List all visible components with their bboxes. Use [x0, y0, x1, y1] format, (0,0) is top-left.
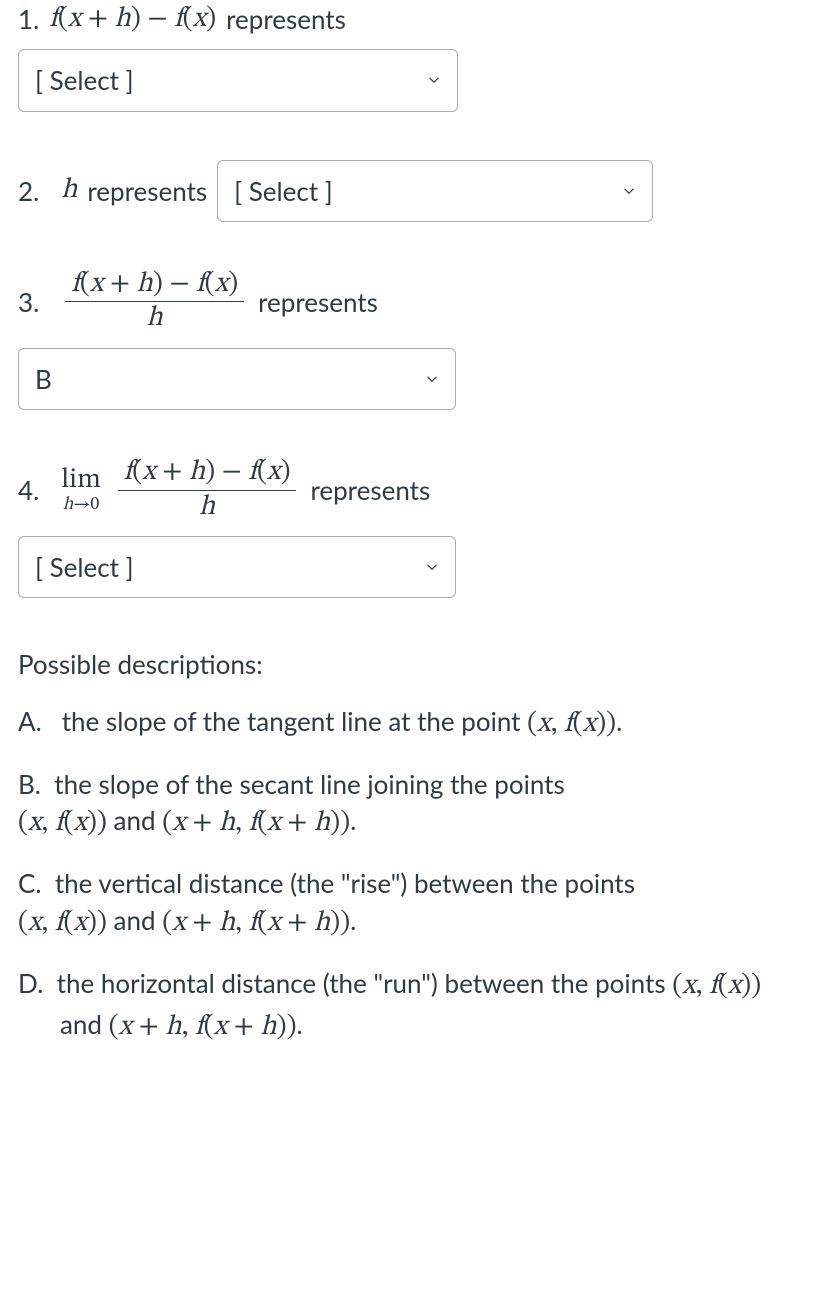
- question-4-prompt: 4. lim h→0 f(x + h) − f(x) h represents: [18, 458, 804, 522]
- description-label: C.: [18, 867, 42, 899]
- description-text: the vertical distance (the "rise") betwe…: [55, 867, 635, 899]
- question-1-prompt: 1. f(x + h) − f(x) represents: [18, 0, 804, 39]
- question-2-prompt: 2. h represents [ Select ]: [18, 160, 804, 222]
- question-4: 4. lim h→0 f(x + h) − f(x) h represents …: [18, 458, 804, 598]
- question-number: 3.: [18, 284, 39, 320]
- prompt-tail: represents: [310, 472, 430, 508]
- select-q1[interactable]: [ Select ]: [18, 49, 458, 111]
- description-text: the slope of the secant line joining the…: [54, 768, 565, 800]
- question-2: 2. h represents [ Select ]: [18, 160, 804, 222]
- math-expression: f(x + h) − f(x): [49, 0, 216, 39]
- select-q4[interactable]: [ Select ]: [18, 536, 456, 598]
- chevron-down-icon: [423, 370, 441, 388]
- question-number: 2.: [18, 173, 39, 209]
- description-text: the horizontal distance (the "run") betw…: [57, 967, 673, 999]
- chevron-down-icon: [620, 182, 638, 200]
- chevron-down-icon: [425, 71, 443, 89]
- chevron-down-icon: [423, 558, 441, 576]
- math-expression: f(x + h) − f(x) h: [61, 270, 248, 334]
- question-number: 4.: [18, 472, 39, 508]
- description-label: B.: [18, 768, 41, 800]
- select-label: [ Select ]: [35, 549, 134, 585]
- select-q2[interactable]: [ Select ]: [217, 160, 653, 222]
- question-3-prompt: 3. f(x + h) − f(x) h represents: [18, 270, 804, 334]
- select-label: B: [35, 361, 52, 397]
- description-C: C. the vertical distance (the "rise") be…: [18, 865, 804, 943]
- description-D: D. the horizontal distance (the "run") b…: [18, 965, 804, 1047]
- description-label: A.: [18, 705, 42, 737]
- math-expression: lim h→0 f(x + h) − f(x) h: [61, 458, 300, 522]
- select-label: [ Select ]: [35, 62, 134, 98]
- description-text: the slope of the tangent line at the poi…: [62, 705, 527, 737]
- select-q3[interactable]: B: [18, 348, 456, 410]
- math-expression: h: [61, 171, 77, 210]
- question-1: 1. f(x + h) − f(x) represents [ Select ]: [18, 0, 804, 112]
- description-A: A. the slope of the tangent line at the …: [18, 703, 804, 744]
- prompt-tail: represents: [258, 284, 378, 320]
- description-B: B. the slope of the secant line joining …: [18, 766, 804, 844]
- descriptions-heading: Possible descriptions:: [18, 646, 804, 682]
- question-number: 1.: [18, 1, 39, 37]
- question-3: 3. f(x + h) − f(x) h represents B: [18, 270, 804, 410]
- description-label: D.: [18, 967, 43, 999]
- prompt-tail: represents: [226, 1, 346, 37]
- prompt-tail: represents: [87, 173, 207, 209]
- select-label: [ Select ]: [234, 173, 333, 209]
